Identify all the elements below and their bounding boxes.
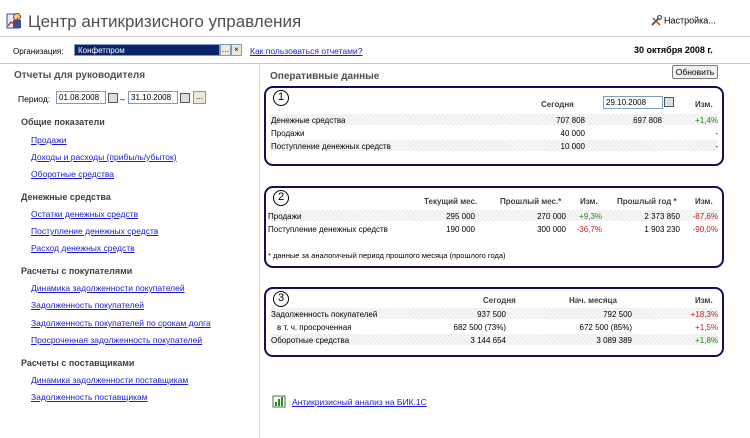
organization-field[interactable]: Конфетпром [74,44,220,56]
row-label: Продажи [268,212,302,221]
nav-cash-balance[interactable]: Остатки денежных средств [31,209,138,219]
col-prev-year: Прошлый год * [617,197,677,206]
row-today: 10 000 [560,142,585,151]
row-change: - [715,129,718,138]
row-label: Поступление денежных средств [268,225,388,234]
section-suppliers: Расчеты с поставщиками [21,358,135,368]
compare-date-input[interactable]: 29.10.2008 [603,96,663,109]
row-label: в т. ч. просроченная [277,323,352,332]
period-label: Период: [18,94,51,104]
row-label: Денежные средства [271,116,346,125]
panel-number-1: 1 [273,90,289,106]
settings-label: Настройка... [664,15,716,26]
row-change-year: -90,0% [692,225,718,234]
tools-icon [651,15,662,26]
nav-customer-overdue[interactable]: Просроченная задолженность покупателей [31,335,202,345]
row-today: 682 500 (73%) [453,323,506,332]
period-to-input[interactable]: 31.10.2008 [128,91,178,104]
row-month-start: 3 089 389 [596,336,632,345]
row-change-month: +9,3% [579,212,602,221]
nav-customer-debt[interactable]: Задолженность покупателей [31,300,144,310]
row-change-year: -87,6% [692,212,718,221]
toolbar-divider [0,63,750,64]
period-select-button[interactable]: ... [193,91,206,104]
row-today: 3 144 654 [470,336,506,345]
row-current: 295 000 [446,212,475,221]
col-change-month: Изм. [580,197,598,206]
row-label: Продажи [271,129,305,138]
section-cash: Денежные средства [21,192,111,202]
app-logo-icon [6,13,21,29]
row-change: +18,3% [690,310,718,319]
row-label: Задолженность покупателей [271,310,378,319]
organization-label: Организация: [13,47,64,56]
col-prev-month: Прошлый мес.* [500,197,562,206]
nav-supplier-debt-dynamics[interactable]: Динамика задолженности поставщикам [31,375,188,385]
row-today: 937 500 [477,310,506,319]
panel-splitter [259,64,260,438]
row-change: +1,8% [695,336,718,345]
row-prev-year: 1 903 230 [644,225,680,234]
row-today: 40 000 [560,129,585,138]
nav-customer-debt-terms[interactable]: Задолженность покупателей по срокам долг… [31,318,211,328]
help-link[interactable]: Как пользоваться отчетами? [250,46,362,56]
left-pane-heading: Отчеты для руководителя [14,70,146,81]
calendar-icon[interactable] [108,93,118,103]
row-prev: 270 000 [537,212,566,221]
nav-sales[interactable]: Продажи [31,135,67,145]
panel-number-3: 3 [273,291,289,307]
row-label: Оборотные средства [271,336,350,345]
calendar-icon[interactable] [664,97,674,107]
section-general: Общие показатели [21,117,105,127]
row-current: 190 000 [446,225,475,234]
col-today: Сегодня [541,100,574,109]
col-change-year: Изм. [695,197,713,206]
col-month-start: Нач. месяца [569,296,617,305]
refresh-button[interactable]: Обновить [672,65,718,79]
footnote: * данные за аналогичный период прошлого … [268,251,506,260]
analysis-link[interactable]: Антикризисный анализ на БИК.1С [292,397,427,407]
calendar-icon[interactable] [180,93,190,103]
col-change: Изм. [695,100,713,109]
panel-number-2: 2 [273,190,289,206]
col-current-month: Текущий мес. [424,197,478,206]
row-change: - [715,142,718,151]
header-divider [0,36,750,37]
period-dash: – [120,94,126,104]
right-pane-heading: Оперативные данные [270,71,380,82]
row-today: 707 808 [556,116,585,125]
col-change: Изм. [695,296,713,305]
nav-cash-outflow[interactable]: Расход денежных средств [31,243,135,253]
current-date: 30 октября 2008 г. [634,45,713,55]
row-change: +1,4% [695,116,718,125]
row-month-start: 672 500 (85%) [579,323,632,332]
nav-current-assets[interactable]: Оборотные средства [31,169,114,179]
nav-income-expense[interactable]: Доходы и расходы (прибыль/убыток) [31,152,177,162]
row-month-start: 792 500 [603,310,632,319]
row-date: 697 808 [633,116,662,125]
nav-supplier-debt[interactable]: Задолженность поставщикам [31,392,148,402]
nav-cash-inflow[interactable]: Поступление денежных средств [31,226,158,236]
settings-button[interactable]: Настройка... [650,15,716,27]
analysis-icon [272,395,286,408]
nav-customer-debt-dynamics[interactable]: Динамика задолженности покупателей [31,283,185,293]
row-change: +1,5% [695,323,718,332]
col-today: Сегодня [483,296,516,305]
organization-select-button[interactable]: … [220,44,231,56]
row-label: Поступление денежных средств [271,142,391,151]
period-from-input[interactable]: 01.08.2008 [56,91,106,104]
page-title: Центр антикризисного управления [28,12,302,31]
row-prev: 300 000 [537,225,566,234]
section-customers: Расчеты с покупателями [21,266,133,276]
row-prev-year: 2 373 850 [644,212,680,221]
organization-clear-button[interactable]: × [231,44,242,56]
row-change-month: -36,7% [576,225,602,234]
